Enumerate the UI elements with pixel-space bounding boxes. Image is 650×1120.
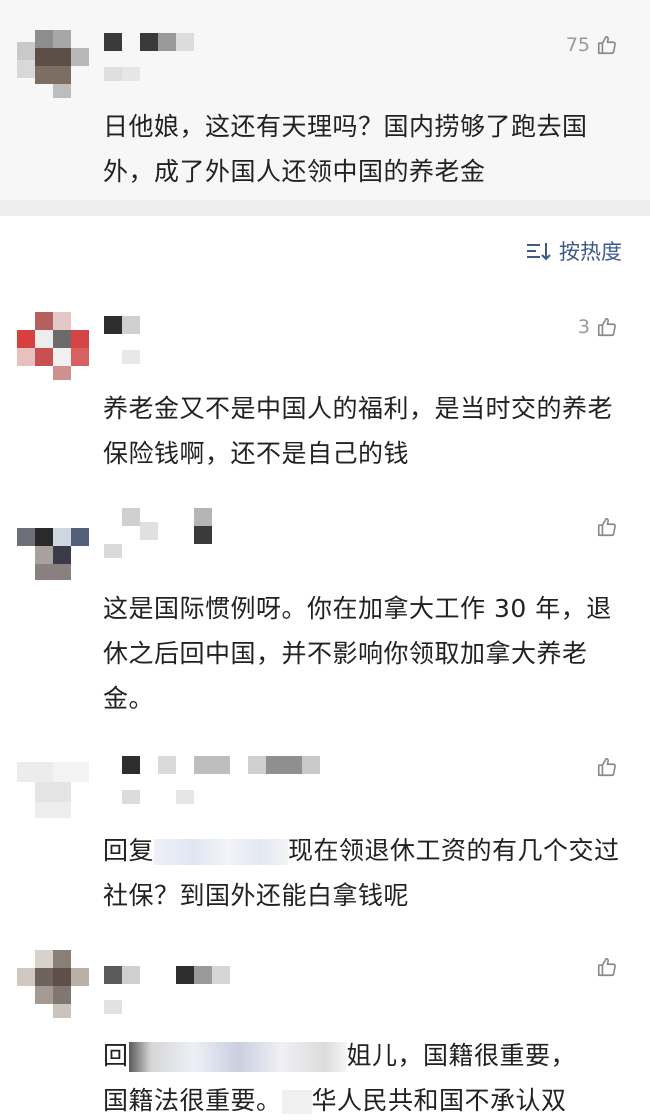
like-count[interactable] [596, 756, 618, 778]
avatar[interactable] [17, 312, 89, 384]
sort-toggle[interactable]: 按热度 [525, 236, 622, 266]
avatar[interactable] [17, 510, 89, 582]
like-count-value: 75 [565, 34, 590, 56]
thumbs-up-icon[interactable] [596, 316, 618, 338]
redacted-mention [128, 1042, 347, 1072]
avatar[interactable] [17, 30, 89, 102]
redacted-mention [154, 839, 289, 865]
comment-line: 回 姐儿，国籍很重要， [103, 1033, 623, 1078]
comment-body-line1: 姐儿，国籍很重要， [346, 1041, 577, 1070]
avatar[interactable] [17, 752, 89, 824]
reply-prefix: 回 [103, 1041, 129, 1070]
comment-text: 回复 现在领退休工资的有几个交过社保？到国外还能白拿钱呢 [103, 828, 623, 918]
sort-label: 按热度 [559, 240, 622, 264]
comment-text: 这是国际惯例呀。你在加拿大工作 30 年，退休之后回中国，并不影响你领取加拿大养… [103, 594, 612, 713]
comment-text: 日他娘，这还有天理吗？国内捞够了跑去国外，成了外国人还领中国的养老金 [103, 112, 588, 186]
sort-icon [527, 243, 551, 261]
like-count[interactable]: 75 [566, 34, 618, 56]
comment-body-line2a: 国籍法很重要。 [103, 1086, 282, 1115]
redacted-segment [281, 1090, 312, 1114]
reply-prefix: 回复 [103, 836, 155, 865]
top-comment: 75 日他娘，这还有天理吗？国内捞够了跑去国外，成了外国人还领中国的养老金 [0, 0, 650, 200]
comment-line: 国籍法很重要。 华人民共和国不承认双 [103, 1078, 623, 1120]
section-divider [0, 200, 650, 216]
thumbs-up-icon[interactable] [596, 756, 618, 778]
like-count[interactable] [596, 956, 618, 978]
like-count[interactable] [596, 516, 618, 538]
comment-feed: 75 日他娘，这还有天理吗？国内捞够了跑去国外，成了外国人还领中国的养老金 按热… [0, 0, 650, 1120]
avatar[interactable] [17, 950, 89, 1022]
thumbs-up-icon[interactable] [596, 956, 618, 978]
thumbs-up-icon[interactable] [596, 34, 618, 56]
comment-text: 养老金又不是中国人的福利，是当时交的养老保险钱啊，还不是自己的钱 [103, 394, 614, 468]
like-count-value: 3 [577, 316, 590, 338]
comment-body-line2b: 华人民共和国不承认双 [311, 1086, 567, 1115]
like-count[interactable]: 3 [578, 316, 618, 338]
thumbs-up-icon[interactable] [596, 516, 618, 538]
comment-text: 回 姐儿，国籍很重要， 国籍法很重要。 华人民共和国不承认双 [103, 1033, 623, 1120]
